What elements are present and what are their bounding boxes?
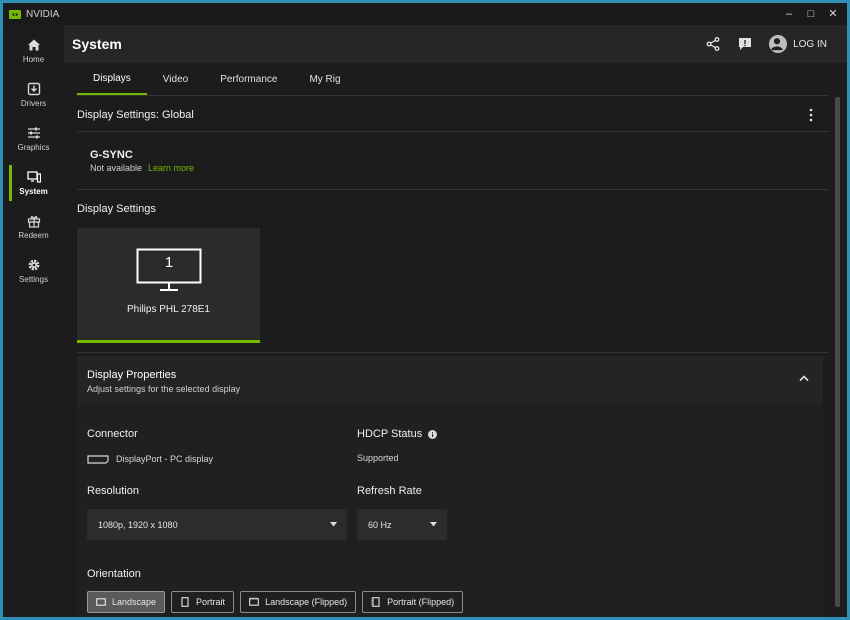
gear-icon [28, 259, 39, 271]
tab-my-rig[interactable]: My Rig [293, 63, 356, 95]
refresh-rate-value: 60 Hz [368, 519, 392, 530]
app-name: NVIDIA [26, 8, 60, 20]
orientation-label-text: Portrait (Flipped) [387, 597, 455, 607]
gsync-title: G-SYNC [90, 149, 133, 161]
sidebar-item-drivers[interactable]: Drivers [3, 75, 64, 115]
scrollbar-thumb[interactable] [835, 97, 840, 607]
more-options-icon[interactable] [809, 108, 813, 122]
portrait-flipped-icon [371, 597, 380, 607]
sidebar-item-label: Drivers [20, 99, 47, 108]
orientation-portrait-button[interactable]: Portrait [171, 591, 235, 613]
connector-value: DisplayPort - PC display [116, 454, 214, 464]
section-title: Display Settings: Global [77, 109, 194, 121]
orientation-portrait-flipped-button[interactable]: Portrait (Flipped) [362, 591, 464, 613]
orientation-label-text: Landscape (Flipped) [265, 597, 348, 607]
main-content: Displays Video Performance My Rig Displa… [64, 63, 847, 617]
display-properties-title: Display Properties [87, 369, 177, 381]
display-card[interactable]: 1 Philips PHL 278E1 [77, 228, 260, 343]
tab-divider [77, 95, 829, 96]
avatar-icon [769, 35, 788, 53]
learn-more-link[interactable]: Learn more [148, 163, 194, 173]
nvidia-logo-icon [9, 9, 21, 19]
gsync-status: Not available Learn more [90, 163, 194, 173]
minimize-button[interactable]: – [781, 3, 797, 25]
orientation-label-text: Landscape [112, 597, 157, 607]
sidebar-item-label: System [19, 187, 48, 196]
gift-icon [27, 216, 40, 228]
display-properties-panel: Display Properties Adjust settings for t… [77, 356, 823, 617]
page-header: System LOG IN [64, 25, 847, 63]
sidebar-item-graphics[interactable]: Graphics [3, 119, 64, 159]
gsync-status-text: Not available [90, 163, 143, 173]
orientation-label: Orientation [87, 568, 141, 580]
divider [77, 352, 829, 353]
divider [77, 131, 829, 132]
sidebar-item-label: Home [22, 55, 45, 64]
app-window: NVIDIA – □ ✕ Home Drivers Graphics Syste… [3, 3, 847, 617]
portrait-icon [181, 597, 189, 607]
login-label: LOG IN [793, 38, 827, 50]
maximize-button[interactable]: □ [803, 3, 819, 25]
feedback-icon[interactable] [737, 36, 753, 52]
connector-label: Connector [87, 428, 138, 440]
hdcp-status-value: Supported [357, 453, 399, 463]
refresh-rate-label: Refresh Rate [357, 485, 422, 497]
display-settings-title: Display Settings [77, 203, 156, 215]
orientation-label-text: Portrait [196, 597, 226, 607]
divider [77, 189, 829, 190]
caret-down-icon [430, 522, 437, 527]
window-controls: – □ ✕ [781, 3, 841, 25]
tab-video[interactable]: Video [147, 63, 204, 95]
sidebar-item-redeem[interactable]: Redeem [3, 207, 64, 247]
landscape-flipped-icon [249, 597, 259, 606]
sidebar-item-label: Redeem [18, 231, 49, 240]
resolution-select[interactable]: 1080p, 1920 x 1080 [87, 509, 347, 540]
tab-performance[interactable]: Performance [204, 63, 293, 95]
close-button[interactable]: ✕ [825, 3, 841, 25]
sidebar-item-home[interactable]: Home [3, 31, 64, 71]
chevron-up-icon[interactable] [799, 374, 809, 382]
header-actions: LOG IN [705, 25, 827, 63]
info-icon[interactable] [428, 429, 438, 439]
sidebar-item-system[interactable]: System [3, 163, 64, 203]
sidebar: Home Drivers Graphics System Redeem Sett… [3, 25, 64, 617]
home-icon [27, 39, 40, 51]
orientation-landscape-flipped-button[interactable]: Landscape (Flipped) [240, 591, 357, 613]
resolution-label: Resolution [87, 485, 139, 497]
sidebar-item-label: Settings [19, 275, 48, 284]
system-icon [26, 171, 41, 183]
display-properties-subtitle: Adjust settings for the selected display [87, 384, 241, 394]
display-number: 1 [164, 254, 174, 271]
login-button[interactable]: LOG IN [769, 35, 827, 53]
tab-displays[interactable]: Displays [77, 63, 147, 95]
sidebar-item-label: Graphics [17, 143, 50, 152]
display-properties-header[interactable]: Display Properties Adjust settings for t… [77, 356, 823, 404]
sliders-icon [27, 127, 40, 139]
landscape-icon [96, 598, 106, 606]
hdcp-status-label: HDCP Status [357, 428, 438, 440]
display-name: Philips PHL 278E1 [126, 304, 210, 315]
title-bar: NVIDIA – □ ✕ [3, 3, 847, 25]
resolution-value: 1080p, 1920 x 1080 [98, 519, 178, 530]
orientation-landscape-button[interactable]: Landscape [87, 591, 166, 613]
sidebar-item-settings[interactable]: Settings [3, 251, 64, 291]
caret-down-icon [330, 522, 337, 527]
refresh-rate-select[interactable]: 60 Hz [357, 509, 447, 540]
page-title: System [72, 36, 122, 52]
drivers-icon [27, 82, 40, 96]
displayport-icon [87, 455, 109, 464]
share-icon[interactable] [705, 36, 721, 52]
orientation-group: Landscape Portrait Landscape (Flipped) P… [87, 591, 464, 613]
tab-bar: Displays Video Performance My Rig [77, 63, 357, 95]
hdcp-status-label-text: HDCP Status [357, 428, 423, 440]
section-header: Display Settings: Global [77, 99, 829, 131]
